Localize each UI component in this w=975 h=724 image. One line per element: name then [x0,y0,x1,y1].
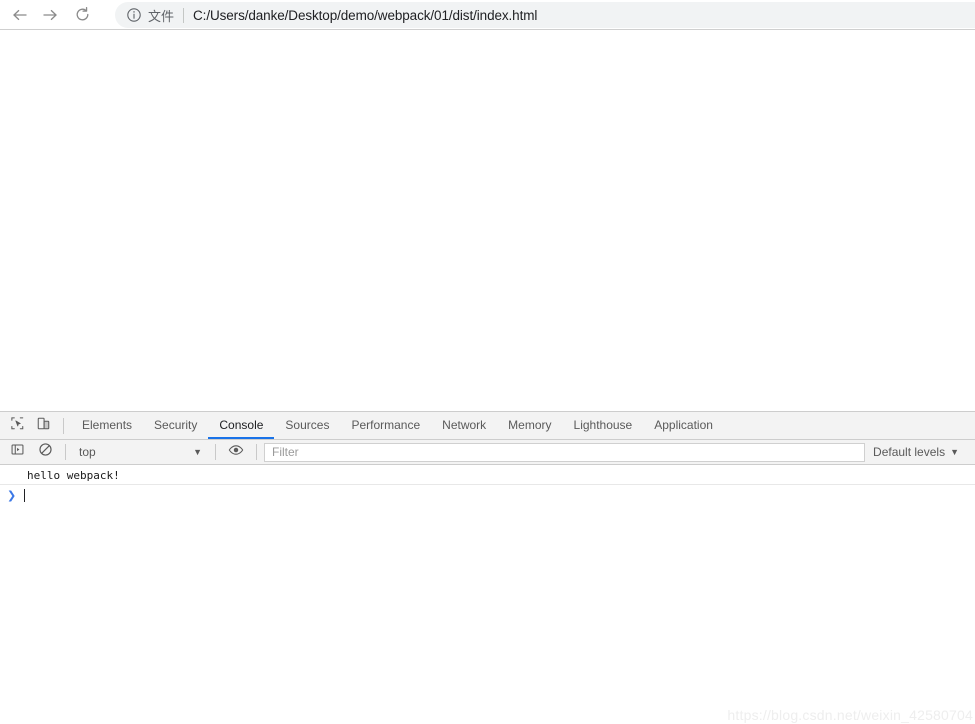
log-level-selector[interactable]: Default levels ▼ [873,445,965,459]
tab-network[interactable]: Network [431,412,497,439]
device-toolbar-icon [36,416,51,436]
browser-toolbar: 文件 C:/Users/danke/Desktop/demo/webpack/0… [0,0,975,30]
clear-console-button[interactable] [32,439,58,465]
console-prompt-input[interactable] [24,488,25,502]
omnibox-divider [183,7,185,23]
console-sidebar-icon [10,442,25,462]
console-prompt-row[interactable]: ❯ [0,485,975,505]
inspect-element-icon [10,416,25,436]
reload-icon [74,6,91,23]
log-level-label: Default levels [873,445,946,459]
device-toolbar-button[interactable] [30,413,56,439]
console-toolbar-divider-3 [256,444,257,460]
devtools-panel: Elements Security Console Sources Perfor… [0,411,975,724]
console-toolbar: top ▼ Default levels ▼ [0,440,975,465]
create-live-expression-button[interactable] [223,439,249,465]
console-message-row[interactable]: hello webpack! [0,466,975,485]
watermark: https://blog.csdn.net/weixin_42580704 [727,707,973,723]
back-button[interactable] [6,1,34,29]
tab-sources[interactable]: Sources [274,412,340,439]
devtools-tab-bar: Elements Security Console Sources Perfor… [0,412,975,440]
console-output[interactable]: hello webpack! ❯ [0,466,975,724]
eye-icon [228,442,244,463]
tab-memory[interactable]: Memory [497,412,562,439]
chevron-down-icon: ▼ [950,447,959,457]
execution-context-selector[interactable]: top ▼ [73,440,208,464]
page-viewport [0,31,975,411]
tab-console[interactable]: Console [208,412,275,439]
execution-context-label: top [79,445,96,459]
inspect-element-button[interactable] [4,413,30,439]
console-message-text: hello webpack! [27,468,120,482]
omnibox-url-text[interactable]: C:/Users/danke/Desktop/demo/webpack/01/d… [193,8,537,23]
arrow-left-icon [11,6,29,24]
forward-button[interactable] [36,1,64,29]
tab-security[interactable]: Security [143,412,208,439]
console-toolbar-divider-1 [65,444,66,460]
address-bar[interactable]: 文件 C:/Users/danke/Desktop/demo/webpack/0… [115,2,975,28]
console-sidebar-button[interactable] [4,439,30,465]
chevron-down-icon: ▼ [193,447,202,457]
prompt-arrow-icon: ❯ [7,488,17,502]
tab-performance[interactable]: Performance [340,412,431,439]
console-toolbar-divider-2 [215,444,216,460]
tab-lighthouse[interactable]: Lighthouse [563,412,644,439]
clear-console-icon [38,442,53,462]
reload-button[interactable] [68,1,96,29]
omnibox-scheme-label: 文件 [148,9,175,25]
tab-application[interactable]: Application [643,412,724,439]
info-circle-icon[interactable] [126,7,142,23]
arrow-right-icon [41,6,59,24]
devtools-toolbar-divider [63,417,64,434]
console-filter-input[interactable] [264,442,866,462]
tab-elements[interactable]: Elements [71,412,143,439]
